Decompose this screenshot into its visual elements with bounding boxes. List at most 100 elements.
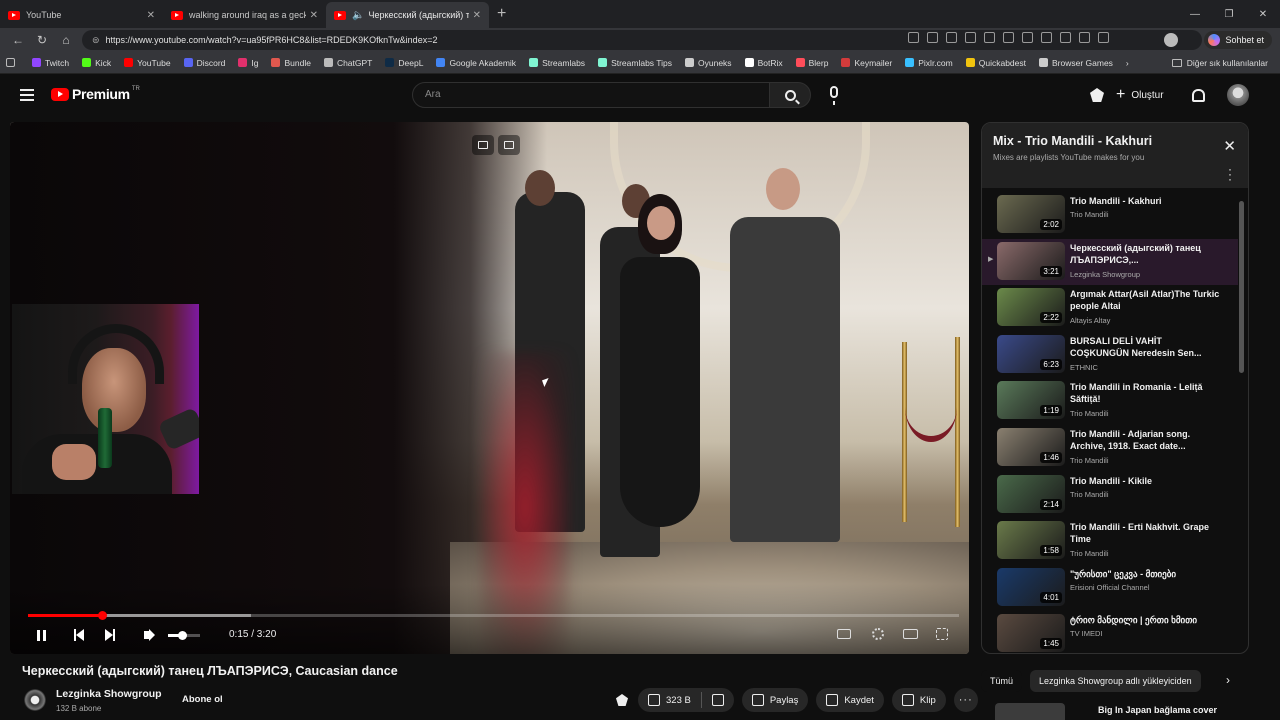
refresh-icon[interactable] <box>984 32 995 43</box>
chip-all[interactable]: Tümü <box>981 670 1023 692</box>
playlist-item-title[interactable]: Trio Mandili - Adjarian song. Archive, 1… <box>1070 428 1220 452</box>
playlist-item-title[interactable]: ტრიო მანდილი | ერთი ხმითი <box>1070 614 1220 626</box>
chevron-right-icon[interactable]: › <box>1226 673 1230 687</box>
reload-icon[interactable]: ↻ <box>30 33 54 47</box>
bookmark-blerp[interactable]: Blerp <box>795 58 828 68</box>
video-thumbnail[interactable]: 3:21 <box>997 241 1065 280</box>
send-icon[interactable] <box>1098 32 1109 43</box>
bookmark-deepl[interactable]: DeepL <box>385 58 423 68</box>
video-thumbnail[interactable]: 4:01 <box>997 567 1065 606</box>
extension-gem-icon[interactable] <box>616 694 628 706</box>
queue-icon[interactable] <box>498 135 520 155</box>
video-thumbnail[interactable]: 1:45 <box>997 614 1065 653</box>
recommended-thumbnail[interactable] <box>995 703 1065 720</box>
previous-button[interactable] <box>74 627 84 643</box>
scrollbar[interactable] <box>1239 201 1244 373</box>
channel-avatar[interactable] <box>24 689 46 711</box>
next-button[interactable] <box>105 627 115 643</box>
bookmark-streamlabs-tips[interactable]: Streamlabs Tips <box>598 58 672 68</box>
video-thumbnail[interactable]: 2:02 <box>997 195 1065 233</box>
channel-name[interactable]: Lezginka Showgroup <box>56 688 162 700</box>
bookmark-oyuneks[interactable]: Oyuneks <box>685 58 732 68</box>
video-thumbnail[interactable]: 2:22 <box>997 288 1065 327</box>
close-window-icon[interactable]: ✕ <box>1246 0 1280 28</box>
miniplayer-icon[interactable] <box>472 135 494 155</box>
bookmark-pixlr-com[interactable]: Pixlr.com <box>905 58 953 68</box>
playlist-item[interactable]: 4:01 "ურისთი" ცეკვა - მთიები Erisioni Offi… <box>982 565 1238 611</box>
tab-close-icon[interactable]: ✕ <box>310 10 318 21</box>
video-thumbnail[interactable]: 1:58 <box>997 521 1065 560</box>
downloads-icon[interactable] <box>1079 32 1090 43</box>
playlist-item[interactable]: 1:46 Trio Mandili - Adjarian song. Archiv… <box>982 425 1238 471</box>
subtitles-icon[interactable] <box>836 627 852 641</box>
create-button[interactable]: + Oluştur <box>1116 86 1164 104</box>
playlist-item[interactable]: ▶ 3:21 Черкесский (адыгский) танец ЛЪАПЭРИ… <box>982 238 1238 285</box>
playlist-item-title[interactable]: Trio Mandili in Romania - Leliță Săftiță… <box>1070 381 1220 405</box>
playlist-item[interactable]: 2:22 Argımak Attar(Asil Atlar)The Turkic … <box>982 285 1238 331</box>
playlist-item-title[interactable]: BURSALI DELİ VAHİT COŞKUNGÜN Neredesin S… <box>1070 335 1220 359</box>
pause-button[interactable] <box>37 627 49 643</box>
bookmarks-menu-icon[interactable] <box>6 58 19 67</box>
notifications-bell-icon[interactable] <box>1191 88 1205 102</box>
bookmark-streamlabs[interactable]: Streamlabs <box>529 58 585 68</box>
search-input[interactable]: Ara <box>412 82 770 108</box>
hamburger-menu-icon[interactable] <box>20 89 34 101</box>
recommended-title[interactable]: Big In Japan bağlama cover <box>1098 705 1217 715</box>
more-bookmarks-chevron-icon[interactable]: › <box>1126 58 1129 68</box>
tracking-icon[interactable] <box>927 32 938 43</box>
bookmark-kick[interactable]: Kick <box>82 58 111 68</box>
playlist-item-title[interactable]: Argımak Attar(Asil Atlar)The Turkic peop… <box>1070 288 1220 312</box>
speaker-icon[interactable]: 🔈 <box>352 10 364 21</box>
playlist-item-title[interactable]: Черкесский (адыгский) танец ЛЪАПЭРИСЭ,..… <box>1070 242 1220 266</box>
bookmark-browser-games[interactable]: Browser Games <box>1038 58 1113 68</box>
voice-search-icon[interactable] <box>830 86 838 105</box>
chip-from-uploader[interactable]: Lezginka Showgroup adlı yükleyiciden <box>1030 670 1201 692</box>
volume-icon[interactable] <box>144 627 155 643</box>
new-tab-button[interactable]: + <box>497 2 506 28</box>
split-screen-icon[interactable] <box>1022 32 1033 43</box>
playlist-item-title[interactable]: Trio Mandili - Erti Nakhvit. Grape Time <box>1070 521 1220 545</box>
bookmark-youtube[interactable]: YouTube <box>124 58 171 68</box>
clip-button[interactable]: Klip <box>891 688 946 712</box>
progress-bar[interactable] <box>28 611 959 620</box>
playlist-item-title[interactable]: Trio Mandili - Kikile <box>1070 475 1220 487</box>
collections-icon[interactable] <box>1060 32 1071 43</box>
more-actions-button[interactable]: ··· <box>953 688 978 712</box>
profile-avatar[interactable] <box>1164 33 1178 47</box>
playlist-item[interactable]: 2:14 Trio Mandili - Kikile Trio Mandili <box>982 472 1238 518</box>
video-thumbnail[interactable]: 2:14 <box>997 474 1065 513</box>
maximize-icon[interactable]: ❐ <box>1212 0 1246 28</box>
settings-gear-icon[interactable] <box>870 627 886 641</box>
playlist-item[interactable]: 6:23 BURSALI DELİ VAHİT COŞKUNGÜN Neredes… <box>982 332 1238 378</box>
bookmark-chatgpt[interactable]: ChatGPT <box>323 58 372 68</box>
playlist-item-title[interactable]: Trio Mandili - Kakhuri <box>1070 195 1220 207</box>
save-button[interactable]: Kaydet <box>816 688 884 712</box>
search-button[interactable] <box>769 82 811 108</box>
minimize-icon[interactable]: — <box>1178 0 1212 28</box>
favorite-star-icon[interactable] <box>946 32 957 43</box>
bookmark-bundle[interactable]: Bundle <box>271 58 311 68</box>
extension-icon[interactable] <box>965 32 976 43</box>
bookmark-ig[interactable]: Ig <box>238 58 258 68</box>
bookmark-botrix[interactable]: BotRix <box>744 58 783 68</box>
back-icon[interactable]: ← <box>6 33 30 47</box>
site-info-icon[interactable]: ⊜ <box>92 35 100 46</box>
bookmark-keymailer[interactable]: Keymailer <box>841 58 892 68</box>
close-icon[interactable]: ✕ <box>1223 137 1236 155</box>
browser-tab-active[interactable]: 🔈 Черкесский (адыгский) танец ✕ <box>326 2 489 28</box>
playlist-item[interactable]: 2:02 Trio Mandili - Kakhuri Trio Mandili <box>982 192 1238 238</box>
video-thumbnail[interactable]: 1:19 <box>997 381 1065 420</box>
bookmark-quickabdest[interactable]: Quickabdest <box>965 58 1026 68</box>
playlist-item-title[interactable]: "ურისთი" ცეკვა - მთიები <box>1070 568 1220 580</box>
extension-gem-icon[interactable] <box>1090 88 1104 102</box>
youtube-premium-logo[interactable]: Premium TR <box>51 86 140 102</box>
fullscreen-icon[interactable] <box>934 627 950 641</box>
video-player[interactable]: 0:15 / 3:20 <box>10 122 969 654</box>
playlist-title[interactable]: Mix - Trio Mandili - Kakhuri <box>993 134 1248 148</box>
app-available-icon[interactable] <box>908 32 919 43</box>
tab-close-icon[interactable]: ✕ <box>473 10 481 21</box>
dislike-icon[interactable] <box>711 694 724 706</box>
playlist-item[interactable]: 1:45 ტრიო მანდილი | ერთი ხმითი TV IMEDI <box>982 611 1238 653</box>
home-icon[interactable]: ⌂ <box>54 33 78 47</box>
bookmark-google-akademik[interactable]: Google Akademik <box>436 58 516 68</box>
